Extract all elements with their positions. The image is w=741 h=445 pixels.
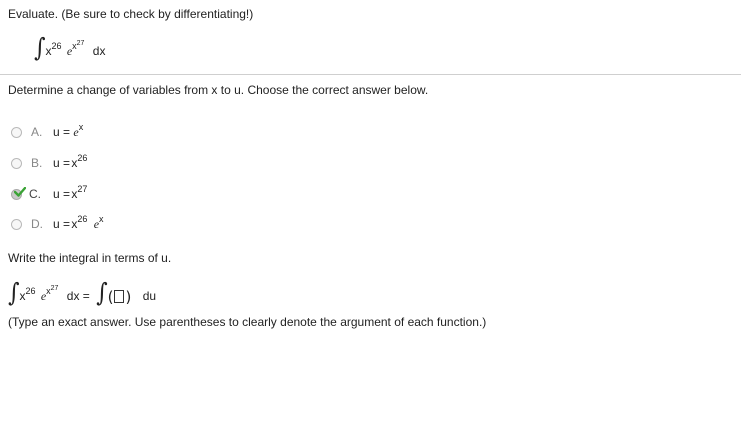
section-divider xyxy=(0,74,741,75)
option-d-exp-sup: x xyxy=(99,214,104,224)
radio-a[interactable] xyxy=(11,127,22,138)
option-b-sup: 26 xyxy=(77,153,88,163)
exp-inner-exponent: 27 xyxy=(76,40,85,47)
option-b-lhs: u = xyxy=(53,156,71,170)
option-d[interactable]: D. u = x26 ex xyxy=(11,214,211,237)
integrand-exponent: 26 xyxy=(51,41,62,51)
problem-integral: ∫x26 ex27 dx xyxy=(34,34,106,64)
exp-inner-base: x xyxy=(72,41,77,51)
integrand-exponent-2: 26 xyxy=(25,286,36,296)
right-paren: ) xyxy=(125,287,132,306)
option-d-sup: 26 xyxy=(77,214,88,224)
answer-input-box[interactable] xyxy=(114,290,125,304)
option-b-letter: B. xyxy=(31,156,43,170)
option-c-lhs: u = xyxy=(53,187,71,201)
exp-inner-base-2: x xyxy=(46,286,51,296)
answer-hint: (Type an exact answer. Use parentheses t… xyxy=(8,315,487,329)
option-c-expr: u = x27 xyxy=(53,184,88,201)
option-c[interactable]: C. u = x27 xyxy=(11,184,211,207)
option-d-lhs: u = xyxy=(53,217,71,231)
left-paren: ( xyxy=(107,287,114,306)
option-b[interactable]: B. u = x26 xyxy=(11,153,211,176)
integral-sign-icon: ∫ xyxy=(8,279,20,308)
radio-d[interactable] xyxy=(11,219,22,230)
substituted-integral: ∫x26 ex27 dx = ∫() du xyxy=(8,279,157,309)
option-a-letter: A. xyxy=(31,125,43,139)
option-c-letter: C. xyxy=(29,187,41,201)
option-a-expr: u = ex xyxy=(53,122,84,140)
option-a-lhs: u = xyxy=(53,125,71,139)
option-d-expr: u = x26 ex xyxy=(53,214,104,232)
integral-sign-icon: ∫ xyxy=(34,34,46,63)
integral-sign-icon: ∫ xyxy=(96,279,108,308)
option-c-sup: 27 xyxy=(77,184,88,194)
radio-b[interactable] xyxy=(11,158,22,169)
option-a-sup: x xyxy=(78,122,84,132)
option-d-letter: D. xyxy=(31,217,43,231)
check-icon xyxy=(14,187,26,197)
equals-dx: dx = xyxy=(66,289,90,303)
integral-in-u-prompt: Write the integral in terms of u. xyxy=(8,251,172,265)
change-of-variables-prompt: Determine a change of variables from x t… xyxy=(8,83,429,97)
option-b-expr: u = x26 xyxy=(53,153,88,170)
differential: dx xyxy=(92,44,106,58)
exp-inner-exponent-2: 27 xyxy=(50,285,59,292)
option-a-base: e xyxy=(73,125,79,139)
exp-inner-2: x27 xyxy=(46,285,59,296)
instruction-text: Evaluate. (Be sure to check by different… xyxy=(8,7,254,21)
du-label: du xyxy=(142,289,157,303)
exp-inner: x27 xyxy=(72,40,85,51)
option-a[interactable]: A. u = ex xyxy=(11,122,211,145)
